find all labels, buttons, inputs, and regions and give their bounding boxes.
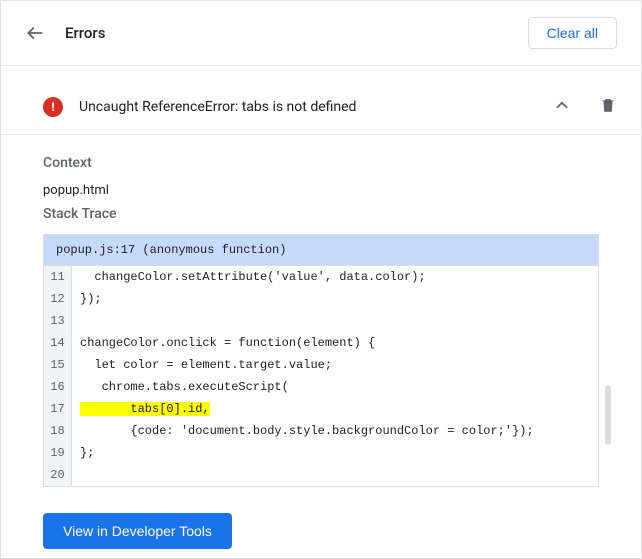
line-code: chrome.tabs.executeScript( xyxy=(72,376,297,398)
code-line: 13 xyxy=(44,310,598,332)
line-number: 18 xyxy=(44,420,72,442)
stack-trace-header: popup.js:17 (anonymous function) xyxy=(43,234,599,265)
page-title: Errors xyxy=(65,24,105,42)
code-line: 15 let color = element.target.value; xyxy=(44,354,598,376)
line-number: 20 xyxy=(44,464,72,486)
stack-trace-label: Stack Trace xyxy=(43,206,599,222)
code-wrapper: 11 changeColor.setAttribute('value', dat… xyxy=(43,265,599,487)
code-line: 11 changeColor.setAttribute('value', dat… xyxy=(44,266,598,288)
scrollbar[interactable] xyxy=(605,385,611,445)
code-line: 18 {code: 'document.body.style.backgroun… xyxy=(44,420,598,442)
delete-icon[interactable] xyxy=(599,96,617,118)
header-left: Errors xyxy=(25,23,105,43)
line-code: {code: 'document.body.style.backgroundCo… xyxy=(72,420,542,442)
view-devtools-button[interactable]: View in Developer Tools xyxy=(43,513,232,549)
error-details: Context popup.html Stack Trace popup.js:… xyxy=(1,135,641,487)
line-number: 13 xyxy=(44,310,72,332)
error-message: Uncaught ReferenceError: tabs is not def… xyxy=(79,99,356,115)
code-line: 17 tabs[0].id, xyxy=(44,398,598,420)
line-number: 11 xyxy=(44,266,72,288)
code-block: 11 changeColor.setAttribute('value', dat… xyxy=(43,265,599,487)
line-code: }); xyxy=(72,288,110,310)
code-line: 14changeColor.onclick = function(element… xyxy=(44,332,598,354)
error-row[interactable]: ! Uncaught ReferenceError: tabs is not d… xyxy=(1,80,641,135)
line-code: tabs[0].id, xyxy=(72,398,218,420)
code-line: 16 chrome.tabs.executeScript( xyxy=(44,376,598,398)
error-row-left: ! Uncaught ReferenceError: tabs is not d… xyxy=(43,97,356,117)
clear-all-button[interactable]: Clear all xyxy=(528,17,617,49)
line-code: }; xyxy=(72,442,102,464)
header-bar: Errors Clear all xyxy=(1,1,641,66)
error-row-right xyxy=(553,96,617,118)
line-number: 14 xyxy=(44,332,72,354)
collapse-chevron-icon[interactable] xyxy=(553,96,571,118)
error-icon: ! xyxy=(43,97,63,117)
line-code xyxy=(72,464,88,486)
line-number: 15 xyxy=(44,354,72,376)
context-label: Context xyxy=(43,155,599,171)
code-line: 20 xyxy=(44,464,598,486)
line-number: 12 xyxy=(44,288,72,310)
line-code: changeColor.setAttribute('value', data.c… xyxy=(72,266,434,288)
line-code: changeColor.onclick = function(element) … xyxy=(72,332,383,354)
code-line: 12}); xyxy=(44,288,598,310)
line-code: let color = element.target.value; xyxy=(72,354,340,376)
line-number: 16 xyxy=(44,376,72,398)
highlighted-code: tabs[0].id, xyxy=(80,402,210,416)
line-number: 19 xyxy=(44,442,72,464)
back-arrow-icon[interactable] xyxy=(25,23,45,43)
line-number: 17 xyxy=(44,398,72,420)
context-value: popup.html xyxy=(43,183,599,198)
code-line: 19}; xyxy=(44,442,598,464)
line-code xyxy=(72,310,88,332)
